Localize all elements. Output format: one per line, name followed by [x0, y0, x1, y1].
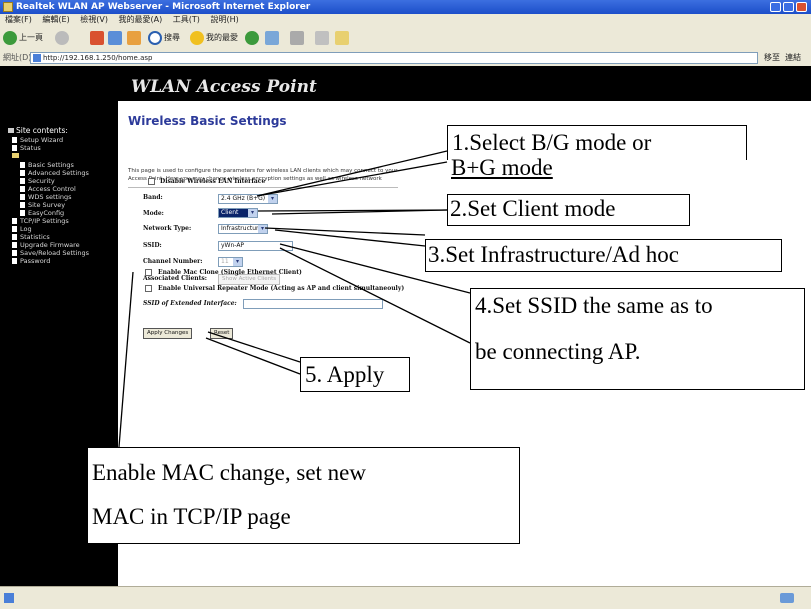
status-bar: [0, 586, 811, 609]
page-status-icon: [4, 593, 14, 603]
annotation-apply: 5. Apply: [300, 357, 410, 392]
leader-line-band: [256, 150, 448, 197]
annotation-select-mode-line2: B+G mode: [451, 155, 553, 180]
leader-line-apply-2: [205, 337, 301, 375]
annotation-network-type: 3.Set Infrastructure/Ad hoc: [425, 239, 782, 272]
annotation-client-mode: 2.Set Client mode: [447, 194, 690, 226]
leader-line-apply: [207, 331, 301, 363]
leader-line-mac: [118, 271, 134, 448]
annotation-ssid: 4.Set SSID the same as to be connecting …: [470, 288, 805, 390]
leader-line-band-2: [256, 161, 448, 197]
annotation-mac-change: Enable MAC change, set new MAC in TCP/IP…: [87, 447, 520, 544]
leader-line-network-2: [274, 229, 426, 247]
internet-zone-icon: [780, 593, 794, 603]
